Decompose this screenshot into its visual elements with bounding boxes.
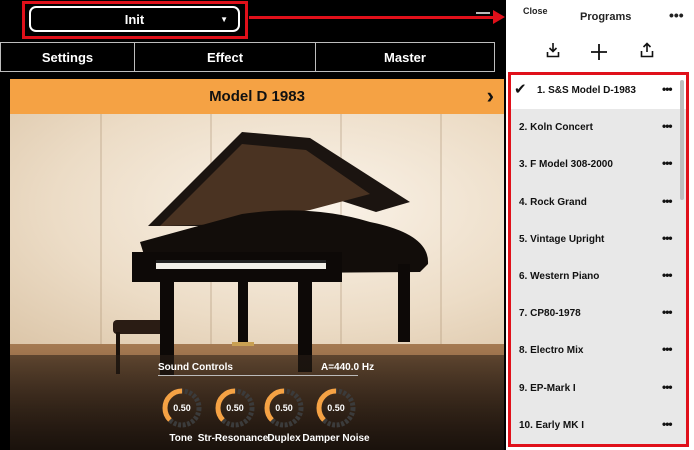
knob-str-resonance[interactable]: 0.50 bbox=[214, 387, 256, 429]
import-icon[interactable] bbox=[546, 42, 560, 58]
chevron-right-icon[interactable]: › bbox=[487, 83, 494, 109]
model-header: Model D 1983 › bbox=[10, 79, 504, 114]
close-button[interactable]: Close bbox=[523, 6, 548, 16]
model-name: Model D 1983 bbox=[209, 88, 305, 105]
tuning-value[interactable]: A=440.0 Hz bbox=[321, 362, 374, 373]
knob-duplex[interactable]: 0.50 bbox=[263, 387, 305, 429]
annotation-arrow-head bbox=[493, 10, 505, 24]
knob-tone[interactable]: 0.50 bbox=[161, 387, 203, 429]
knob-label: Damper Noise bbox=[302, 433, 370, 444]
plus-icon[interactable] bbox=[590, 43, 608, 61]
menu-icon[interactable] bbox=[476, 12, 490, 14]
more-icon[interactable]: ••• bbox=[669, 7, 684, 23]
knob-damper-noise[interactable]: 0.50 bbox=[315, 387, 357, 429]
sound-controls-divider bbox=[158, 375, 358, 376]
tab-label: Settings bbox=[41, 49, 94, 65]
knob-value: 0.50 bbox=[226, 403, 244, 413]
knob-value: 0.50 bbox=[173, 403, 191, 413]
annotation-arrow bbox=[249, 16, 495, 19]
programs-title: Programs bbox=[580, 11, 632, 23]
tab-settings[interactable]: Settings bbox=[0, 42, 135, 72]
tab-bar: Settings Effect Master bbox=[0, 42, 495, 72]
tab-effect[interactable]: Effect bbox=[134, 42, 316, 72]
tab-master[interactable]: Master bbox=[315, 42, 495, 72]
piano-app: Init ▼ Settings Effect Master Model D 19… bbox=[0, 0, 505, 450]
annotation-highlight-programs bbox=[508, 72, 689, 447]
knob-value: 0.50 bbox=[327, 403, 345, 413]
tab-label: Effect bbox=[206, 49, 244, 65]
annotation-highlight-preset bbox=[22, 1, 248, 39]
share-icon[interactable] bbox=[640, 42, 654, 58]
knob-value: 0.50 bbox=[275, 403, 293, 413]
sound-controls-title: Sound Controls bbox=[158, 362, 233, 373]
tab-label: Master bbox=[384, 49, 426, 65]
